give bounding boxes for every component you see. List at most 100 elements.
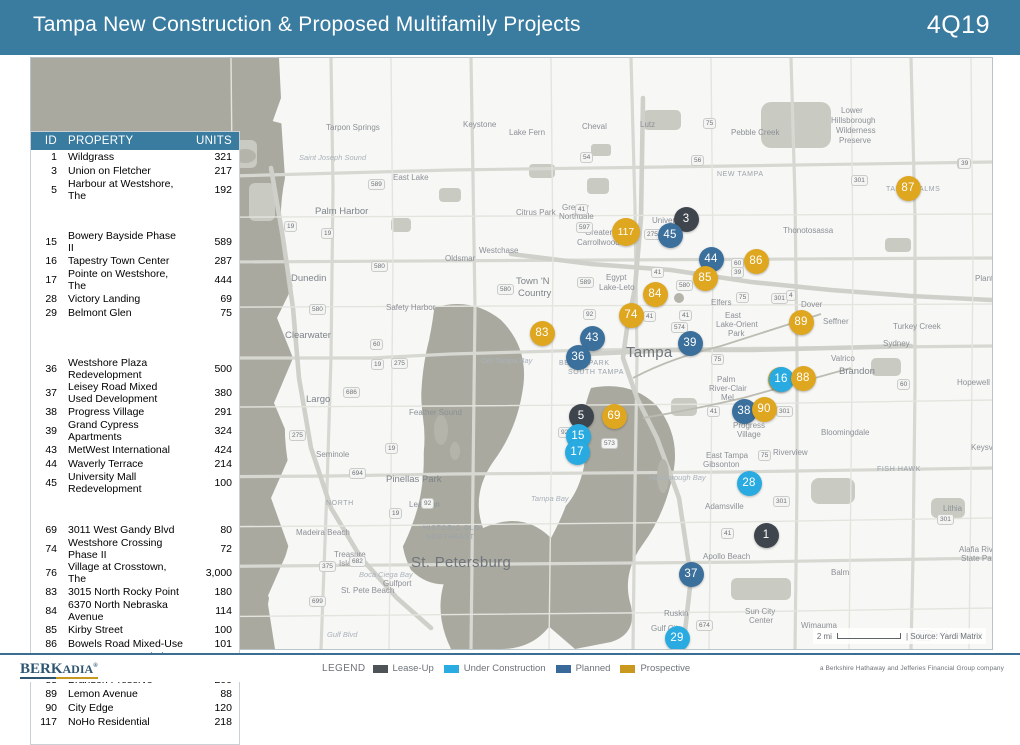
row-property-name: Leisey Road Mixed Used Development <box>68 381 158 405</box>
table-row[interactable]: 37 Leisey Road Mixed Used Development 380 <box>31 381 239 405</box>
section-total-label: Total Lease Up <box>80 203 151 216</box>
row-units: 114 <box>215 605 232 617</box>
table-row[interactable]: 45 University Mall Redevelopment 100 <box>31 471 239 495</box>
map-marker-83[interactable]: 83 <box>529 320 555 346</box>
map-marker-90[interactable]: 90 <box>751 396 777 422</box>
route-shield-icon: 375 <box>319 561 336 572</box>
table-row[interactable]: 44 Waverly Terrace 214 <box>31 457 239 471</box>
map-marker-85[interactable]: 85 <box>692 265 718 291</box>
table-row[interactable]: 29 Belmont Glen 75 <box>31 306 239 320</box>
map-marker-29[interactable]: 29 <box>664 625 690 649</box>
map-place-label: St. Petersburg <box>411 554 512 571</box>
row-property-name: Grand Cypress Apartments <box>68 419 139 443</box>
legend-item-label: Planned <box>575 663 611 674</box>
map-marker-17[interactable]: 17 <box>564 439 590 465</box>
legend-item-prospective[interactable]: Prospective <box>620 663 690 674</box>
column-header-property: PROPERTY <box>62 132 184 150</box>
map-marker-69[interactable]: 69 <box>601 403 627 429</box>
table-row[interactable]: 39 Grand Cypress Apartments 324 <box>31 419 239 443</box>
row-id: 85 <box>45 624 57 636</box>
table-row[interactable]: 43 MetWest International 424 <box>31 443 239 457</box>
map-place-label: Pinellas Park <box>386 474 442 485</box>
berkadia-logo[interactable]: BERKADIA® <box>20 661 98 678</box>
row-units: 100 <box>214 477 232 489</box>
route-shield-icon: 41 <box>721 528 735 539</box>
column-header-id: ID <box>31 132 62 150</box>
row-property-name: Harbour at Westshore, The <box>68 178 174 202</box>
route-shield-icon: 589 <box>368 179 385 190</box>
map-marker-89[interactable]: 89 <box>788 309 814 335</box>
route-shield-icon: 92 <box>583 309 597 320</box>
map-marker-37[interactable]: 37 <box>678 561 704 587</box>
logo-text-primary: BERK <box>20 661 63 677</box>
map-scale-bar: 2 mi | Source: Yardi Matrix <box>812 628 986 644</box>
total-row-spacer <box>31 202 62 217</box>
map-marker-45[interactable]: 45 <box>657 222 683 248</box>
map-marker-87[interactable]: 87 <box>895 175 921 201</box>
row-id: 39 <box>45 425 57 437</box>
table-row[interactable]: 5 Harbour at Westshore, The 192 <box>31 178 239 202</box>
row-units: 192 <box>214 184 232 196</box>
row-id: 69 <box>45 524 57 536</box>
table-row[interactable]: 69 3011 West Gandy Blvd 80 <box>31 523 239 537</box>
row-property-name: Bowels Road Mixed-Use <box>68 638 183 650</box>
map-place-label: Mel <box>721 393 734 402</box>
legend-label: LEGEND <box>322 663 366 674</box>
map-marker-88[interactable]: 88 <box>790 365 816 391</box>
map-place-label: Lutz <box>640 120 656 129</box>
table-row[interactable]: 89 Lemon Avenue 88 <box>31 687 239 701</box>
map-marker-74[interactable]: 74 <box>618 302 644 328</box>
route-shield-icon: 682 <box>349 556 366 567</box>
row-id: 36 <box>45 363 57 375</box>
map-marker-36[interactable]: 36 <box>565 344 591 370</box>
table-row[interactable]: 1 Wildgrass 321 <box>31 150 239 164</box>
page-title: Tampa New Construction & Proposed Multif… <box>33 13 581 36</box>
route-shield-icon: 19 <box>284 221 298 232</box>
table-row[interactable]: 86 Bowels Road Mixed-Use 101 <box>31 637 239 651</box>
legend-item-lease-up[interactable]: Lease-Up <box>372 663 434 674</box>
map-marker-117[interactable]: 117 <box>612 218 640 246</box>
table-row[interactable]: 83 3015 North Rocky Point 180 <box>31 585 239 599</box>
map-marker-28[interactable]: 28 <box>736 470 762 496</box>
legend-item-label: Lease-Up <box>392 663 434 674</box>
route-shield-icon: 301 <box>851 175 868 186</box>
table-row[interactable]: 17 Pointe on Westshore, The 444 <box>31 268 239 292</box>
table-row[interactable]: 85 Kirby Street 100 <box>31 623 239 637</box>
map-marker-84[interactable]: 84 <box>642 281 668 307</box>
table-row[interactable]: 90 City Edge 120 <box>31 701 239 715</box>
map-place-label: Plant City <box>975 274 993 283</box>
map-place-label: Adamsville <box>705 502 744 511</box>
route-shield-icon: 60 <box>897 379 911 390</box>
table-row[interactable]: 3 Union on Fletcher 217 <box>31 164 239 178</box>
table-row[interactable]: 15 Bowery Bayside Phase II 589 <box>31 230 239 254</box>
table-row[interactable]: 38 Progress Village 291 <box>31 405 239 419</box>
row-property-name: City Edge <box>68 702 114 714</box>
total-row-spacer <box>31 320 62 344</box>
map-place-label: East <box>725 311 742 320</box>
route-shield-icon: 301 <box>937 514 954 525</box>
row-property-name: Village at Crosstown, The <box>68 561 167 585</box>
legend-swatch-icon <box>555 664 571 673</box>
table-row[interactable]: 76 Village at Crosstown, The 3,000 <box>31 561 239 585</box>
row-property-name: 3015 North Rocky Point <box>68 586 179 598</box>
section-total-label: Total Under Construction <box>80 320 139 344</box>
map-marker-1[interactable]: 1 <box>753 522 779 548</box>
table-row[interactable]: 84 6370 North Nebraska Avenue 114 <box>31 599 239 623</box>
route-shield-icon: 275 <box>289 430 306 441</box>
table-row[interactable]: 16 Tapestry Town Center 287 <box>31 254 239 268</box>
legend-item-planned[interactable]: Planned <box>555 663 611 674</box>
table-row[interactable]: 28 Victory Landing 69 <box>31 292 239 306</box>
map-marker-16[interactable]: 16 <box>768 366 794 392</box>
table-row[interactable]: 117 NoHo Residential 218 <box>31 715 239 729</box>
table-row[interactable]: 36 Westshore Plaza Redevelopment 500 <box>31 357 239 381</box>
map-place-label: Boca Ciega Bay <box>359 570 413 579</box>
map-marker-39[interactable]: 39 <box>677 330 703 356</box>
table-row[interactable]: 74 Westshore Crossing Phase II 72 <box>31 537 239 561</box>
map-place-label: Seminole <box>316 450 350 459</box>
route-shield-icon: 75 <box>711 354 725 365</box>
map-marker-86[interactable]: 86 <box>743 248 769 274</box>
map-place-label: Hillsborough Bay <box>649 473 706 482</box>
row-property-name: Victory Landing <box>68 293 141 305</box>
map-place-label: FISH HAWK <box>877 466 922 473</box>
legend-item-under-construction[interactable]: Under Construction <box>443 663 546 674</box>
